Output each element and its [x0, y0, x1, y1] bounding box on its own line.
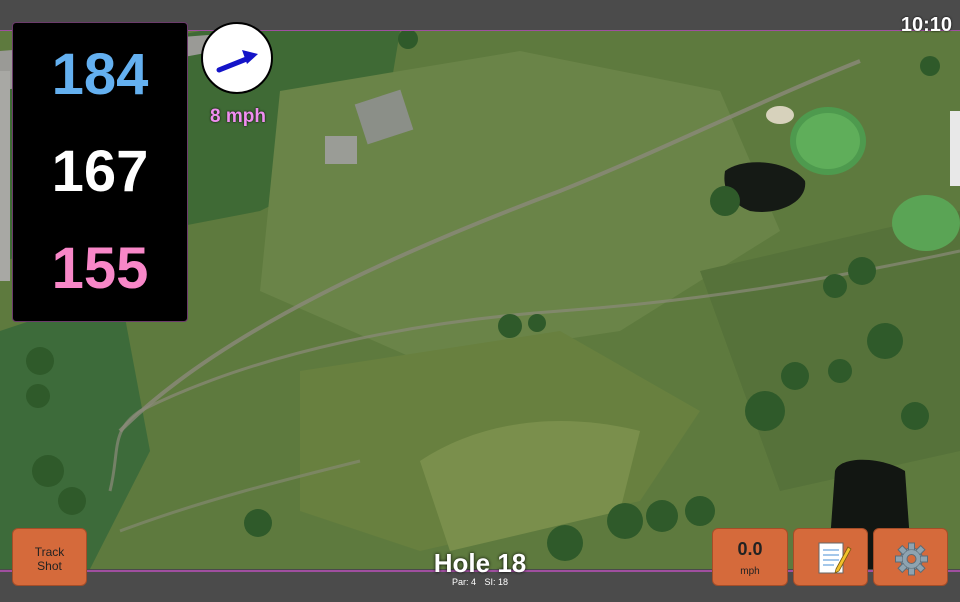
speed-value: 0.0 — [737, 539, 763, 559]
wind-indicator — [201, 22, 273, 94]
track-shot-label-line2: Shot — [37, 559, 62, 573]
hole-title: Hole 18 — [433, 548, 527, 578]
par-label: Par: 4 — [451, 577, 476, 587]
hole-info: Par: 4 SI: 18 — [380, 577, 580, 587]
middle-distance: 167 — [51, 139, 149, 204]
back-distance: 184 — [51, 42, 149, 107]
settings-button[interactable] — [873, 528, 948, 586]
notepad-icon — [818, 542, 852, 574]
clock: 10:10 — [900, 14, 952, 36]
track-shot-label-line1: Track — [34, 545, 65, 559]
stroke-index-label: SI: 18 — [484, 577, 509, 587]
gear-icon — [895, 542, 928, 576]
speed-button[interactable]: 0.0 mph — [712, 528, 788, 586]
notes-button[interactable] — [793, 528, 868, 586]
speed-unit: mph — [740, 566, 760, 577]
wind-direction-arrow-icon — [216, 50, 258, 73]
wind-speed-label: 8 mph — [210, 106, 266, 127]
distance-panel: 184 167 155 — [12, 22, 188, 322]
track-shot-button[interactable]: Track Shot — [12, 528, 87, 586]
front-distance: 155 — [51, 236, 149, 301]
